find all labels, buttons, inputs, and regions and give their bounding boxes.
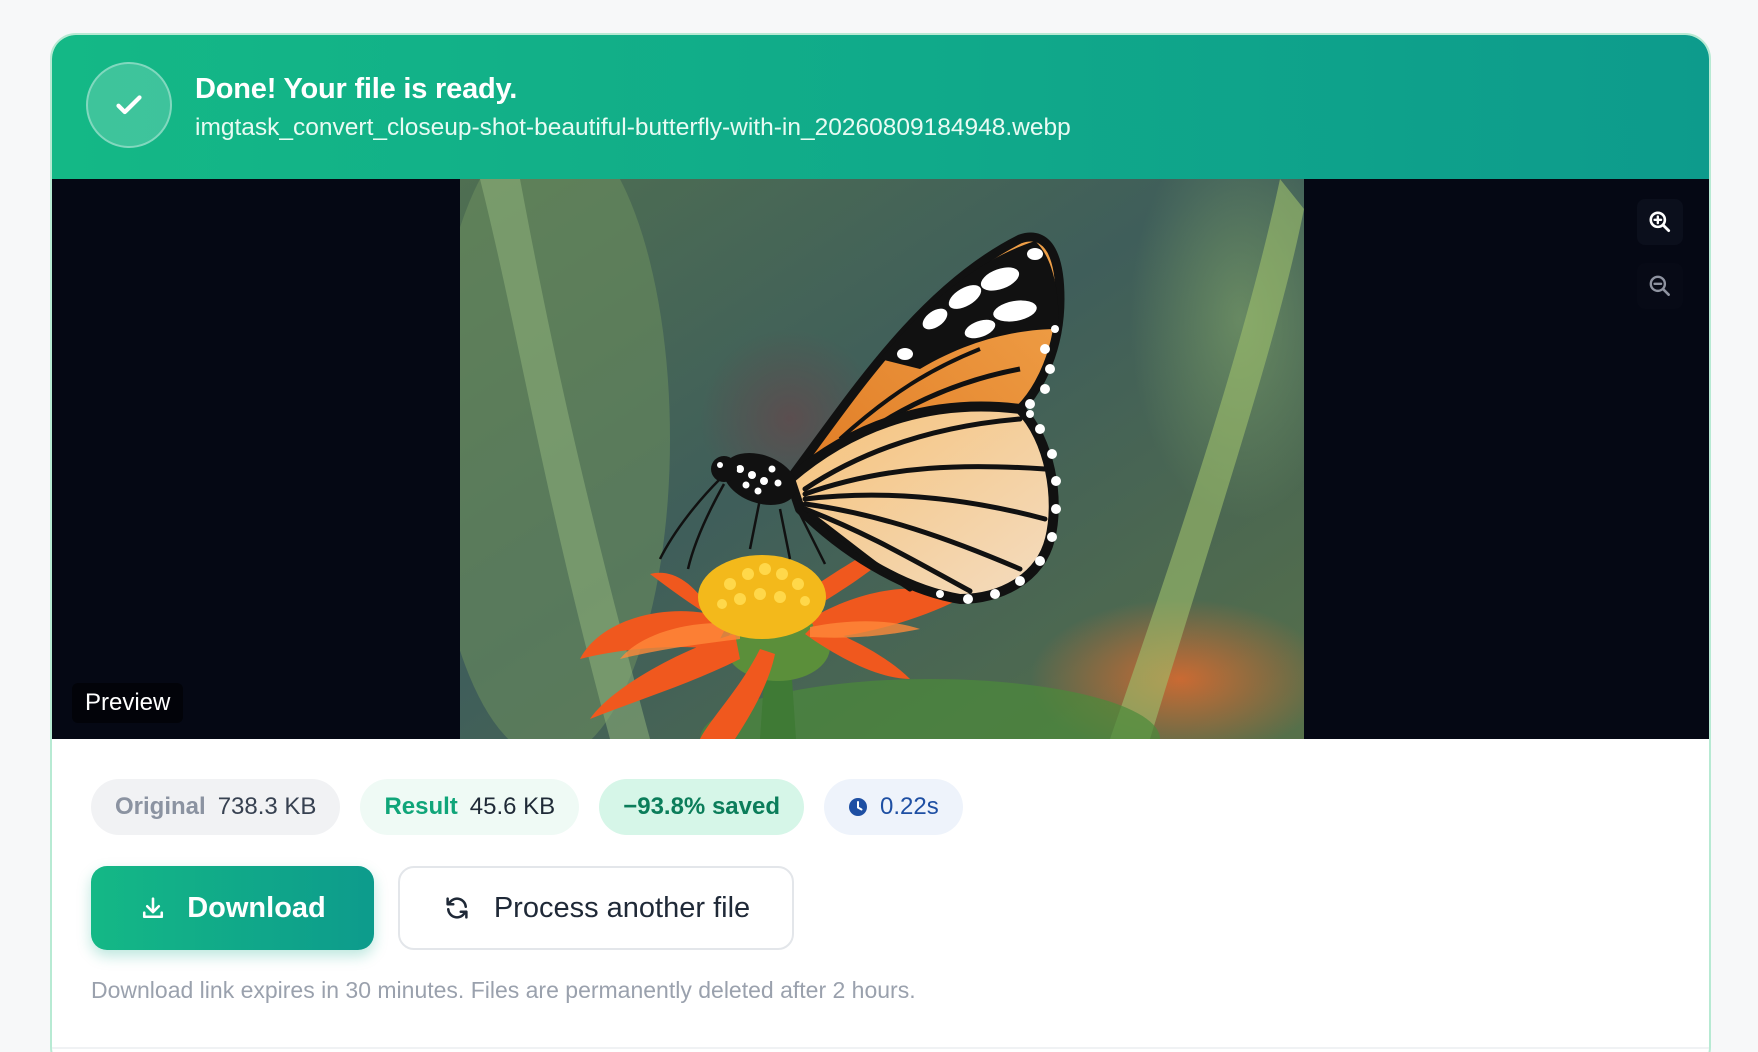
saved-value: −93.8% saved [623,793,780,820]
saved-badge: −93.8% saved [599,779,804,835]
output-filename: imgtask_convert_closeup-shot-beautiful-b… [195,114,1071,141]
preview-label: Preview [72,683,184,723]
success-banner: Done! Your file is ready. imgtask_conver… [52,35,1709,179]
banner-title: Done! Your file is ready. [195,73,518,105]
result-label: Result [384,793,458,820]
original-label: Original [115,793,206,820]
result-value: 45.6 KB [469,793,556,820]
zoom-out-button[interactable] [1637,263,1683,309]
process-another-button[interactable]: Process another file [398,866,794,950]
original-value: 738.3 KB [217,793,317,820]
result-card: Done! Your file is ready. imgtask_conver… [50,33,1711,1052]
result-size-pill: Result 45.6 KB [360,779,580,835]
preview-image [460,179,1304,739]
zoom-out-icon [1649,275,1670,296]
processing-time-value: 0.22s [880,793,939,820]
expiry-note: Download link expires in 30 minutes. Fil… [91,977,916,1003]
process-another-label: Process another file [493,891,751,924]
refresh-icon [446,897,468,919]
zoom-in-button[interactable] [1637,199,1683,245]
stats-row: Original 738.3 KB Result 45.6 KB −93.8% … [91,779,963,835]
clock-icon [849,798,867,816]
download-label: Download [187,891,326,924]
download-icon [143,897,164,919]
divider [52,1047,1709,1049]
actions-row: Download Process another file [91,866,794,950]
processing-time-pill: 0.22s [824,779,963,835]
check-icon [86,62,172,148]
zoom-in-icon [1649,211,1671,233]
original-size-pill: Original 738.3 KB [91,779,341,835]
download-button[interactable]: Download [91,866,374,950]
preview-area: Preview [52,179,1709,739]
